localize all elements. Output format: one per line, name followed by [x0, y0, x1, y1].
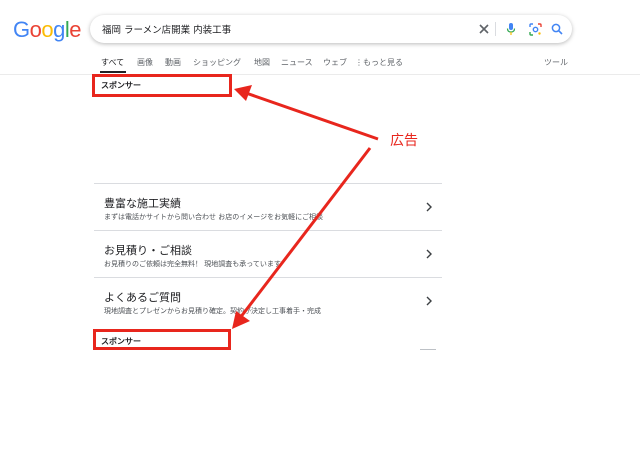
annotation-arrows	[232, 85, 379, 329]
arrow-to-top-ad	[245, 91, 379, 141]
arrow-to-bottom-ad	[238, 147, 372, 319]
arrowhead-bottom-icon	[232, 311, 250, 329]
